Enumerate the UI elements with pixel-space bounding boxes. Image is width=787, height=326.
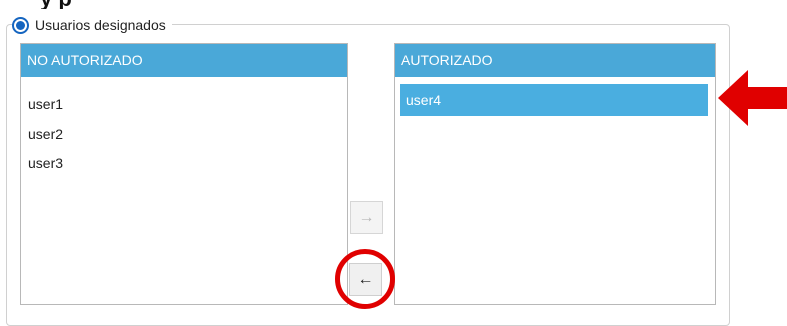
radio-label: Usuarios designados — [35, 17, 166, 33]
unauthorized-listbox[interactable]: NO AUTORIZADO user1 user2 user3 — [20, 43, 348, 305]
unauthorized-header: NO AUTORIZADO — [21, 44, 347, 77]
authorized-header: AUTORIZADO — [395, 44, 715, 77]
move-right-button[interactable]: → — [350, 201, 383, 234]
cropped-text: y p — [40, 0, 72, 9]
radio-button[interactable] — [12, 16, 29, 34]
list-item[interactable]: user3 — [28, 155, 63, 171]
arrow-right-icon: → — [358, 208, 375, 226]
designated-users-radio-row[interactable]: Usuarios designados — [12, 14, 172, 36]
cropped-top-text: y p — [0, 0, 787, 9]
list-item-selected[interactable]: user4 — [400, 84, 708, 116]
radio-dot — [16, 20, 25, 30]
list-item[interactable]: user1 — [28, 96, 63, 112]
list-item[interactable]: user2 — [28, 126, 63, 142]
authorized-listbox[interactable]: AUTORIZADO user4 — [394, 43, 716, 305]
highlight-circle — [335, 249, 395, 309]
red-arrow-icon — [718, 70, 787, 126]
